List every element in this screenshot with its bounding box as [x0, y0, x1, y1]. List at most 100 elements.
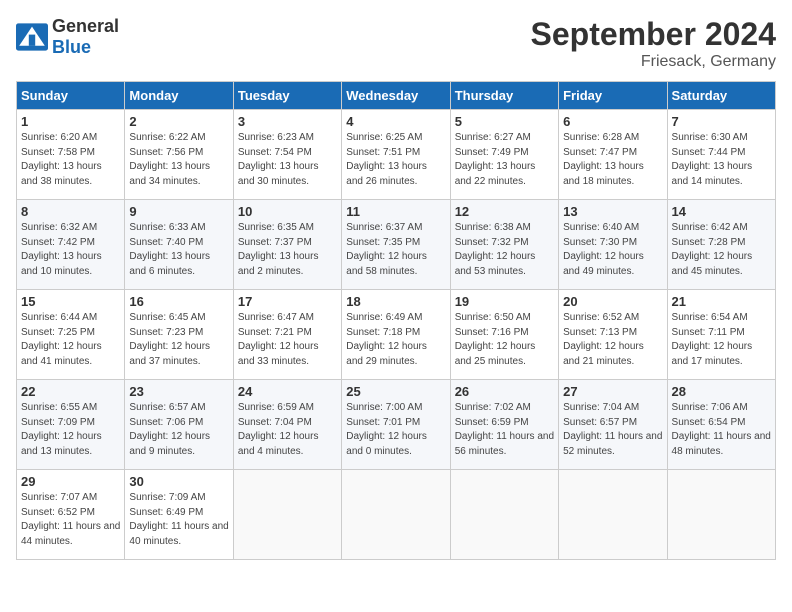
calendar-cell: 4 Sunrise: 6:25 AMSunset: 7:51 PMDaylight… — [342, 110, 450, 200]
calendar-cell: 24 Sunrise: 6:59 AMSunset: 7:04 PMDayligh… — [233, 380, 341, 470]
day-number: 14 — [672, 204, 771, 219]
day-number: 6 — [563, 114, 662, 129]
calendar-week-row: 8 Sunrise: 6:32 AMSunset: 7:42 PMDaylight… — [17, 200, 776, 290]
day-number: 8 — [21, 204, 120, 219]
calendar-cell — [342, 470, 450, 560]
cell-content: Sunrise: 6:59 AMSunset: 7:04 PMDaylight:… — [238, 401, 337, 459]
calendar-cell: 12 Sunrise: 6:38 AMSunset: 7:32 PMDayligh… — [450, 200, 558, 290]
cell-content: Sunrise: 6:55 AMSunset: 7:09 PMDaylight:… — [21, 401, 120, 459]
cell-content: Sunrise: 6:37 AMSunset: 7:35 PMDaylight:… — [346, 221, 445, 279]
calendar-week-row: 22 Sunrise: 6:55 AMSunset: 7:09 PMDayligh… — [17, 380, 776, 470]
month-title: September 2024 — [531, 16, 776, 53]
cell-content: Sunrise: 6:47 AMSunset: 7:21 PMDaylight:… — [238, 311, 337, 369]
weekday-header-wednesday: Wednesday — [342, 82, 450, 110]
calendar-cell: 8 Sunrise: 6:32 AMSunset: 7:42 PMDaylight… — [17, 200, 125, 290]
weekday-header-tuesday: Tuesday — [233, 82, 341, 110]
calendar-cell: 26 Sunrise: 7:02 AMSunset: 6:59 PMDayligh… — [450, 380, 558, 470]
cell-content: Sunrise: 6:35 AMSunset: 7:37 PMDaylight:… — [238, 221, 337, 279]
calendar-cell: 2 Sunrise: 6:22 AMSunset: 7:56 PMDaylight… — [125, 110, 233, 200]
day-number: 29 — [21, 474, 120, 489]
day-number: 20 — [563, 294, 662, 309]
calendar-cell: 20 Sunrise: 6:52 AMSunset: 7:13 PMDayligh… — [559, 290, 667, 380]
calendar-cell: 30 Sunrise: 7:09 AMSunset: 6:49 PMDayligh… — [125, 470, 233, 560]
cell-content: Sunrise: 6:49 AMSunset: 7:18 PMDaylight:… — [346, 311, 445, 369]
day-number: 17 — [238, 294, 337, 309]
day-number: 9 — [129, 204, 228, 219]
calendar-cell: 5 Sunrise: 6:27 AMSunset: 7:49 PMDaylight… — [450, 110, 558, 200]
calendar-cell: 6 Sunrise: 6:28 AMSunset: 7:47 PMDaylight… — [559, 110, 667, 200]
calendar-cell: 1 Sunrise: 6:20 AMSunset: 7:58 PMDaylight… — [17, 110, 125, 200]
calendar-cell: 7 Sunrise: 6:30 AMSunset: 7:44 PMDaylight… — [667, 110, 775, 200]
calendar-cell: 29Sunrise: 7:07 AMSunset: 6:52 PMDayligh… — [17, 470, 125, 560]
calendar-cell: 14Sunrise: 6:42 AMSunset: 7:28 PMDayligh… — [667, 200, 775, 290]
day-number: 5 — [455, 114, 554, 129]
cell-content: Sunrise: 6:45 AMSunset: 7:23 PMDaylight:… — [129, 311, 228, 369]
calendar-cell: 17 Sunrise: 6:47 AMSunset: 7:21 PMDayligh… — [233, 290, 341, 380]
cell-content: Sunrise: 6:25 AMSunset: 7:51 PMDaylight:… — [346, 131, 445, 189]
calendar-week-row: 15Sunrise: 6:44 AMSunset: 7:25 PMDayligh… — [17, 290, 776, 380]
logo-icon — [16, 23, 48, 51]
day-number: 7 — [672, 114, 771, 129]
day-number: 24 — [238, 384, 337, 399]
cell-content: Sunrise: 6:52 AMSunset: 7:13 PMDaylight:… — [563, 311, 662, 369]
day-number: 12 — [455, 204, 554, 219]
cell-content: Sunrise: 6:38 AMSunset: 7:32 PMDaylight:… — [455, 221, 554, 279]
weekday-header-saturday: Saturday — [667, 82, 775, 110]
cell-content: Sunrise: 6:27 AMSunset: 7:49 PMDaylight:… — [455, 131, 554, 189]
day-number: 26 — [455, 384, 554, 399]
cell-content: Sunrise: 7:04 AMSunset: 6:57 PMDaylight:… — [563, 401, 662, 459]
location-title: Friesack, Germany — [531, 53, 776, 71]
calendar-cell: 10 Sunrise: 6:35 AMSunset: 7:37 PMDayligh… — [233, 200, 341, 290]
day-number: 21 — [672, 294, 771, 309]
cell-content: Sunrise: 6:40 AMSunset: 7:30 PMDaylight:… — [563, 221, 662, 279]
day-number: 27 — [563, 384, 662, 399]
day-number: 3 — [238, 114, 337, 129]
day-number: 18 — [346, 294, 445, 309]
calendar-week-row: 29Sunrise: 7:07 AMSunset: 6:52 PMDayligh… — [17, 470, 776, 560]
day-number: 22 — [21, 384, 120, 399]
weekday-header-friday: Friday — [559, 82, 667, 110]
calendar-cell: 15Sunrise: 6:44 AMSunset: 7:25 PMDayligh… — [17, 290, 125, 380]
cell-content: Sunrise: 6:28 AMSunset: 7:47 PMDaylight:… — [563, 131, 662, 189]
cell-content: Sunrise: 6:32 AMSunset: 7:42 PMDaylight:… — [21, 221, 120, 279]
day-number: 23 — [129, 384, 228, 399]
day-number: 1 — [21, 114, 120, 129]
cell-content: Sunrise: 7:00 AMSunset: 7:01 PMDaylight:… — [346, 401, 445, 459]
cell-content: Sunrise: 6:44 AMSunset: 7:25 PMDaylight:… — [21, 311, 120, 369]
cell-content: Sunrise: 6:20 AMSunset: 7:58 PMDaylight:… — [21, 131, 120, 189]
calendar-cell: 16 Sunrise: 6:45 AMSunset: 7:23 PMDayligh… — [125, 290, 233, 380]
day-number: 2 — [129, 114, 228, 129]
day-number: 13 — [563, 204, 662, 219]
day-number: 10 — [238, 204, 337, 219]
cell-content: Sunrise: 6:30 AMSunset: 7:44 PMDaylight:… — [672, 131, 771, 189]
cell-content: Sunrise: 6:22 AMSunset: 7:56 PMDaylight:… — [129, 131, 228, 189]
weekday-header-thursday: Thursday — [450, 82, 558, 110]
title-area: September 2024 Friesack, Germany — [531, 16, 776, 71]
calendar-cell: 28Sunrise: 7:06 AMSunset: 6:54 PMDayligh… — [667, 380, 775, 470]
cell-content: Sunrise: 6:33 AMSunset: 7:40 PMDaylight:… — [129, 221, 228, 279]
calendar-cell: 22 Sunrise: 6:55 AMSunset: 7:09 PMDayligh… — [17, 380, 125, 470]
calendar-cell: 25 Sunrise: 7:00 AMSunset: 7:01 PMDayligh… — [342, 380, 450, 470]
logo-text: General Blue — [52, 16, 119, 58]
cell-content: Sunrise: 6:57 AMSunset: 7:06 PMDaylight:… — [129, 401, 228, 459]
day-number: 16 — [129, 294, 228, 309]
cell-content: Sunrise: 7:02 AMSunset: 6:59 PMDaylight:… — [455, 401, 554, 459]
day-number: 25 — [346, 384, 445, 399]
cell-content: Sunrise: 7:09 AMSunset: 6:49 PMDaylight:… — [129, 491, 228, 549]
weekday-header-sunday: Sunday — [17, 82, 125, 110]
weekday-header-row: SundayMondayTuesdayWednesdayThursdayFrid… — [17, 82, 776, 110]
day-number: 28 — [672, 384, 771, 399]
calendar-cell: 23 Sunrise: 6:57 AMSunset: 7:06 PMDayligh… — [125, 380, 233, 470]
calendar-cell: 18 Sunrise: 6:49 AMSunset: 7:18 PMDayligh… — [342, 290, 450, 380]
calendar-cell: 21Sunrise: 6:54 AMSunset: 7:11 PMDayligh… — [667, 290, 775, 380]
day-number: 19 — [455, 294, 554, 309]
calendar-cell — [233, 470, 341, 560]
calendar-cell: 9 Sunrise: 6:33 AMSunset: 7:40 PMDaylight… — [125, 200, 233, 290]
calendar-cell — [450, 470, 558, 560]
calendar-cell: 11Sunrise: 6:37 AMSunset: 7:35 PMDayligh… — [342, 200, 450, 290]
calendar-week-row: 1 Sunrise: 6:20 AMSunset: 7:58 PMDaylight… — [17, 110, 776, 200]
day-number: 30 — [129, 474, 228, 489]
calendar-cell — [559, 470, 667, 560]
calendar-table: SundayMondayTuesdayWednesdayThursdayFrid… — [16, 81, 776, 560]
day-number: 4 — [346, 114, 445, 129]
